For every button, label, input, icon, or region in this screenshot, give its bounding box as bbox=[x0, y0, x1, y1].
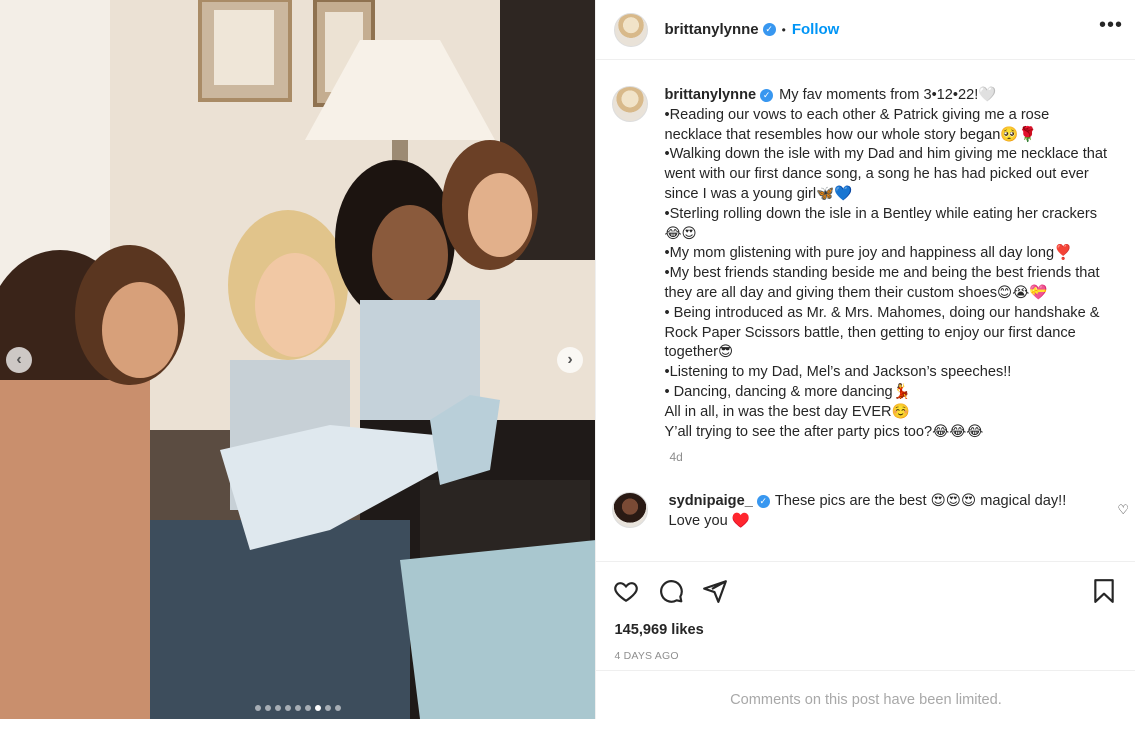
caption-body: brittanylynne ✓ My fav moments from 3•12•2… bbox=[664, 86, 1109, 442]
comment-like-icon[interactable]: ♡ bbox=[1117, 502, 1129, 518]
action-bar bbox=[596, 561, 1135, 616]
carousel-dot bbox=[295, 705, 301, 711]
heart-icon[interactable] bbox=[613, 578, 639, 609]
send-icon[interactable] bbox=[702, 578, 728, 609]
carousel-dot bbox=[285, 705, 291, 711]
commenter-avatar[interactable] bbox=[612, 492, 649, 529]
carousel-dot bbox=[255, 705, 261, 711]
more-options-icon[interactable]: ••• bbox=[1099, 14, 1123, 37]
carousel-dot bbox=[275, 705, 281, 711]
comment-body: sydnipaige_ ✓ These pics are the best 😍😍😍 … bbox=[668, 492, 1093, 532]
comment-item: sydnipaige_ ✓ These pics are the best 😍😍😍 … bbox=[596, 464, 1135, 532]
carousel-next-button[interactable]: › bbox=[557, 347, 583, 373]
author-username[interactable]: brittanylynne bbox=[664, 21, 758, 38]
commenter-username[interactable]: sydnipaige_ bbox=[668, 493, 752, 509]
carousel-dot bbox=[335, 705, 341, 711]
carousel-indicator bbox=[0, 705, 595, 711]
carousel-dot bbox=[305, 705, 311, 711]
comments-section: brittanylynne ✓ My fav moments from 3•12•2… bbox=[596, 60, 1135, 560]
post-date[interactable]: 4 DAYS AGO bbox=[614, 650, 678, 662]
caption-avatar[interactable] bbox=[612, 86, 649, 122]
post-header: brittanylynne ✓ • Follow ••• bbox=[596, 0, 1135, 60]
caption-age[interactable]: 4d bbox=[669, 450, 1135, 464]
likes-count[interactable]: 145,969 likes bbox=[614, 622, 703, 638]
verified-badge-icon: ✓ bbox=[762, 23, 776, 36]
photo-scene bbox=[0, 0, 596, 719]
header-separator: • bbox=[781, 22, 786, 37]
verified-badge-icon: ✓ bbox=[760, 89, 774, 102]
carousel-dot bbox=[315, 705, 321, 711]
post-photo[interactable]: ‹ › bbox=[0, 0, 596, 719]
carousel-dot bbox=[325, 705, 331, 711]
comment-icon[interactable] bbox=[658, 578, 684, 609]
instagram-post: ‹ › brittanylynne ✓ • Follow ••• brittan… bbox=[0, 0, 1135, 719]
post-side-panel: brittanylynne ✓ • Follow ••• brittanylyn… bbox=[595, 0, 1135, 719]
carousel-prev-button[interactable]: ‹ bbox=[6, 347, 32, 373]
carousel-dot bbox=[265, 705, 271, 711]
bookmark-icon[interactable] bbox=[1092, 578, 1116, 609]
comments-limited-notice: Comments on this post have been limited. bbox=[596, 670, 1135, 720]
caption-text: My fav moments from 3•12•22!🤍 •Reading o… bbox=[664, 87, 1108, 440]
verified-badge-icon: ✓ bbox=[756, 495, 770, 509]
caption-username[interactable]: brittanylynne bbox=[664, 87, 756, 103]
author-avatar[interactable] bbox=[614, 12, 649, 47]
follow-button[interactable]: Follow bbox=[792, 21, 840, 38]
caption: brittanylynne ✓ My fav moments from 3•12•2… bbox=[596, 60, 1135, 442]
